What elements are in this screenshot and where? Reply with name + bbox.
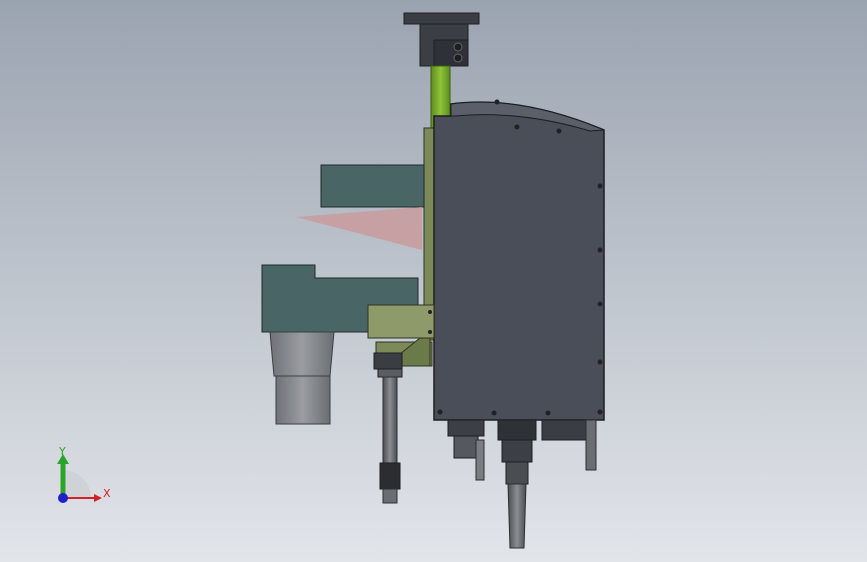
x-axis-arrowhead (94, 494, 102, 502)
bottom-connector-center (497, 419, 537, 549)
cad-viewport[interactable]: Y X (0, 0, 867, 562)
z-axis-dot (58, 493, 68, 503)
main-housing (433, 99, 605, 421)
bottom-connector-left (447, 419, 485, 481)
x-axis-label: X (103, 487, 111, 500)
probe-rod (373, 352, 403, 504)
camera-block (320, 164, 425, 208)
coordinate-triad: Y X (57, 445, 111, 503)
y-axis-label: Y (58, 445, 66, 458)
laser-beam (296, 207, 422, 250)
bottom-connector-right (541, 419, 597, 471)
top-mount-flange (403, 12, 480, 67)
lens-cylinder (269, 331, 335, 425)
